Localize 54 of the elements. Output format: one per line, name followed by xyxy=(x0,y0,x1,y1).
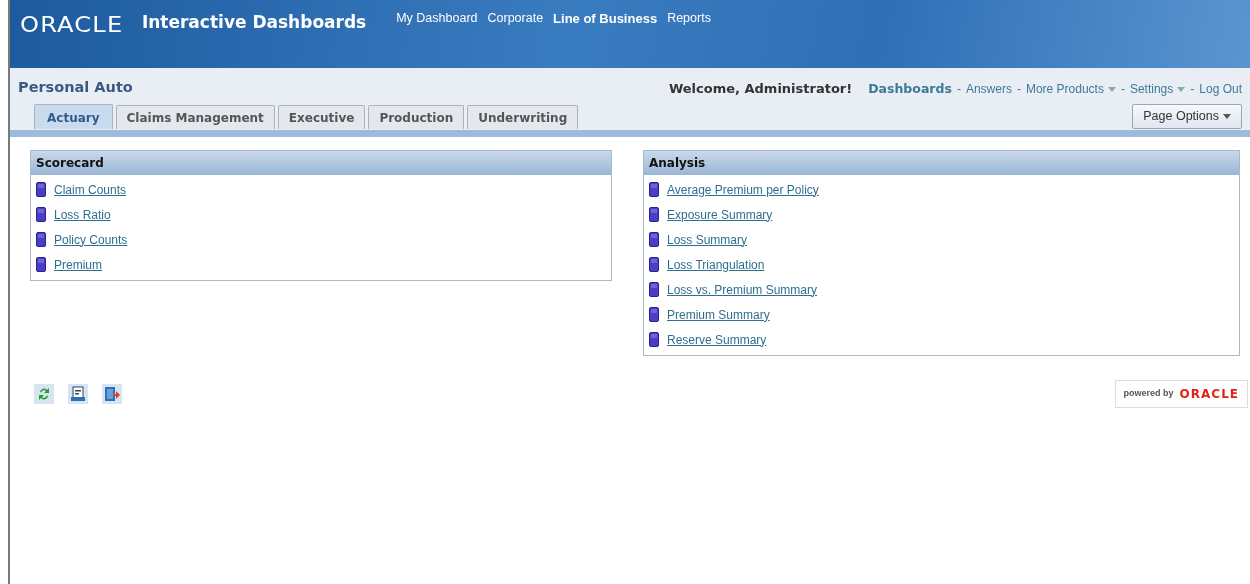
header-link[interactable]: Log Out xyxy=(1199,80,1242,98)
separator-text: - xyxy=(1120,81,1125,98)
book-icon xyxy=(649,282,659,297)
caret-icon[interactable] xyxy=(1107,87,1116,93)
book-icon xyxy=(36,182,46,197)
tab[interactable]: Executive xyxy=(277,104,366,129)
book-icon xyxy=(649,232,659,247)
book-icon xyxy=(649,257,659,272)
oracle-logo: ORACLE xyxy=(20,12,124,39)
section-header: Analysis xyxy=(644,151,1239,175)
app-title: Interactive Dashboards xyxy=(141,11,367,34)
report-link[interactable]: Average Premium per Policy xyxy=(667,180,819,199)
header-link[interactable]: Settings xyxy=(1129,80,1186,98)
tab[interactable]: Underwriting xyxy=(467,104,579,129)
page-title: Personal Auto xyxy=(18,78,133,97)
report-link[interactable]: Loss Triangulation xyxy=(667,255,765,274)
report-link[interactable]: Loss Ratio xyxy=(54,205,111,224)
book-icon xyxy=(649,182,659,197)
print-icon[interactable] xyxy=(68,384,88,404)
nav-link[interactable]: My Dashboard xyxy=(396,9,478,29)
export-icon[interactable] xyxy=(102,384,122,404)
tab[interactable]: Actuary xyxy=(34,103,113,129)
report-link[interactable]: Loss Summary xyxy=(667,230,748,249)
book-icon xyxy=(649,332,659,347)
book-icon xyxy=(36,257,46,272)
caret-icon[interactable] xyxy=(1177,87,1186,93)
book-icon xyxy=(649,307,659,322)
report-link[interactable]: Premium xyxy=(54,255,102,274)
nav-link[interactable]: Reports xyxy=(667,9,711,29)
header-link[interactable]: Dashboards xyxy=(868,79,952,99)
book-icon xyxy=(649,207,659,222)
report-link[interactable]: Reserve Summary xyxy=(667,330,767,349)
report-link[interactable]: Exposure Summary xyxy=(667,205,773,224)
separator-text: - xyxy=(956,81,961,98)
oracle-logo: ORACLE xyxy=(1179,386,1239,403)
book-icon xyxy=(36,232,46,247)
welcome-text: Welcome, Administrator! xyxy=(668,80,853,99)
header-link[interactable]: More Products xyxy=(1025,80,1116,98)
report-link[interactable]: Policy Counts xyxy=(54,230,128,249)
powered-by-text: powered by xyxy=(1123,387,1174,401)
separator-text: - xyxy=(1190,81,1195,98)
section-header: Scorecard xyxy=(31,151,611,175)
refresh-icon[interactable] xyxy=(34,384,54,404)
tab[interactable]: Production xyxy=(368,104,465,129)
nav-link[interactable]: Line of Business xyxy=(553,9,658,29)
book-icon xyxy=(36,207,46,222)
report-link[interactable]: Loss vs. Premium Summary xyxy=(667,280,818,299)
separator-text: - xyxy=(1016,81,1021,98)
page-options-button[interactable]: Page Options xyxy=(1132,104,1242,129)
report-link[interactable]: Claim Counts xyxy=(54,180,127,199)
header-link[interactable]: Answers xyxy=(965,80,1012,98)
nav-link[interactable]: Corporate xyxy=(487,9,544,29)
tab[interactable]: Claims Management xyxy=(115,104,275,129)
report-link[interactable]: Premium Summary xyxy=(667,305,770,324)
